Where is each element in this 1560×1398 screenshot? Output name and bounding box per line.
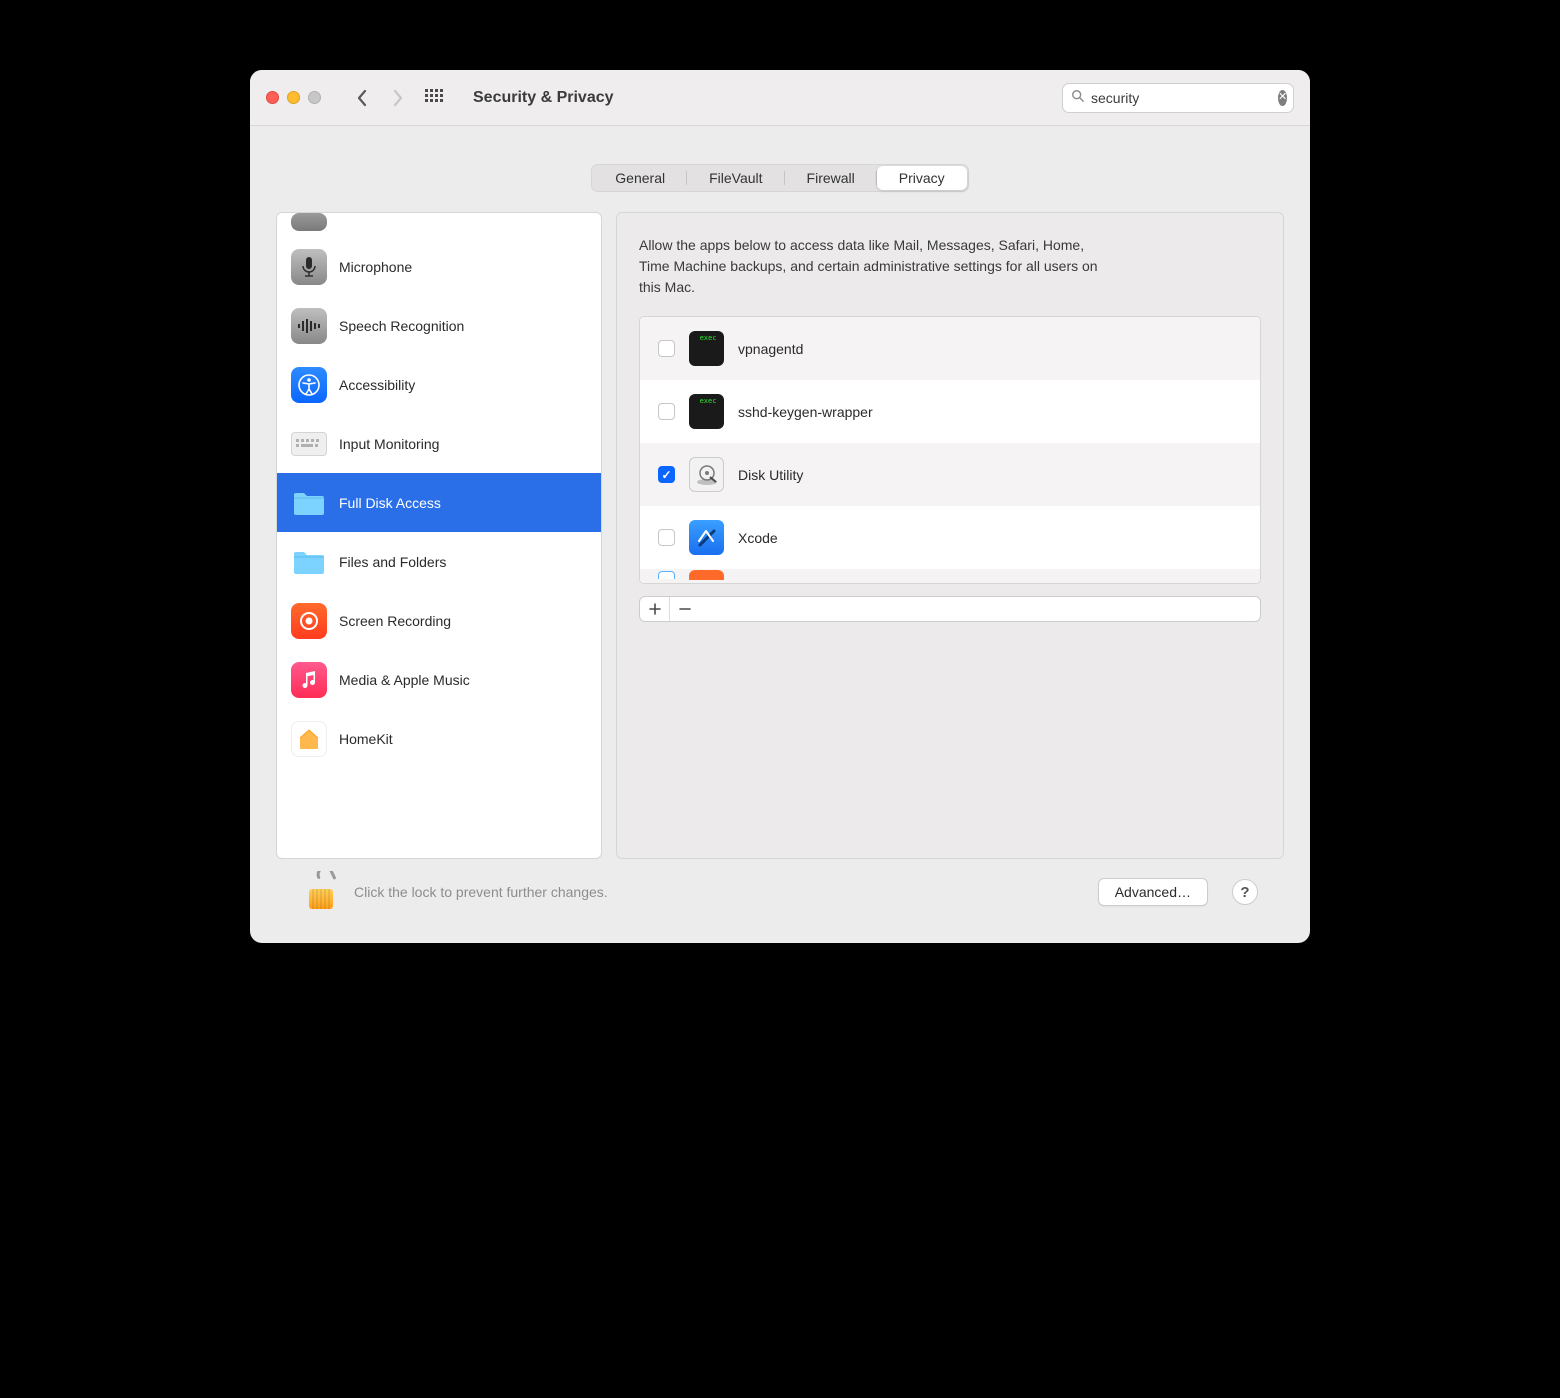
close-window-button[interactable] (266, 91, 279, 104)
lock-icon[interactable] (302, 871, 340, 913)
sidebar-item-input-monitoring[interactable]: Input Monitoring (277, 414, 601, 473)
folder-icon (291, 544, 327, 580)
sidebar-item-full-disk-access[interactable]: Full Disk Access (277, 473, 601, 532)
app-name: Xcode (738, 530, 778, 546)
tab-filevault[interactable]: FileVault (687, 166, 784, 190)
app-name: sshd-keygen-wrapper (738, 404, 873, 420)
sidebar-item-label: Full Disk Access (339, 495, 441, 511)
app-row-partial[interactable] (640, 569, 1260, 584)
sidebar-item-label: HomeKit (339, 731, 393, 747)
checkbox[interactable] (658, 466, 675, 483)
keyboard-icon (291, 432, 327, 456)
privacy-sidebar: Microphone Speech Recognition (276, 212, 602, 859)
remove-button[interactable] (670, 597, 700, 621)
footer: Click the lock to prevent further change… (276, 859, 1284, 943)
help-button[interactable]: ? (1232, 879, 1258, 905)
diskutil-icon (689, 457, 724, 492)
clear-search-button[interactable]: ✕ (1278, 90, 1287, 106)
sidebar-scroll[interactable]: Microphone Speech Recognition (277, 213, 601, 858)
search-icon (1071, 89, 1085, 107)
preferences-window: Security & Privacy ✕ General FileVault F… (250, 70, 1310, 943)
folder-icon (291, 485, 327, 521)
add-button[interactable] (640, 597, 670, 621)
sidebar-item-label: Microphone (339, 259, 412, 275)
xcode-icon (689, 520, 724, 555)
sidebar-item-partial[interactable] (277, 213, 601, 237)
home-icon (291, 721, 327, 757)
music-icon (291, 662, 327, 698)
tab-general[interactable]: General (593, 166, 687, 190)
sidebar-item-speech-recognition[interactable]: Speech Recognition (277, 296, 601, 355)
forward-button[interactable] (385, 82, 411, 114)
search-input[interactable] (1091, 90, 1272, 106)
terminal-icon: exec (689, 331, 724, 366)
advanced-button[interactable]: Advanced… (1098, 878, 1208, 906)
content-area: General FileVault Firewall Privacy Micro… (250, 126, 1310, 943)
tab-firewall[interactable]: Firewall (785, 166, 877, 190)
sidebar-item-label: Speech Recognition (339, 318, 464, 334)
window-title: Security & Privacy (473, 89, 614, 107)
tab-privacy[interactable]: Privacy (877, 166, 967, 190)
zoom-window-button[interactable] (308, 91, 321, 104)
traffic-lights (266, 91, 321, 104)
sidebar-item-homekit[interactable]: HomeKit (277, 709, 601, 768)
main-panel: Allow the apps below to access data like… (616, 212, 1284, 859)
description-text: Allow the apps below to access data like… (639, 235, 1109, 298)
show-all-button[interactable] (425, 89, 443, 107)
lock-message: Click the lock to prevent further change… (354, 884, 1084, 900)
checkbox[interactable] (658, 403, 675, 420)
microphone-icon (291, 249, 327, 285)
app-row-xcode[interactable]: Xcode (640, 506, 1260, 569)
tab-bar: General FileVault Firewall Privacy (591, 164, 968, 192)
search-field[interactable]: ✕ (1062, 83, 1294, 113)
terminal-icon: exec (689, 394, 724, 429)
sidebar-item-accessibility[interactable]: Accessibility (277, 355, 601, 414)
sidebar-item-microphone[interactable]: Microphone (277, 237, 601, 296)
checkbox[interactable] (658, 340, 675, 357)
sidebar-item-files-and-folders[interactable]: Files and Folders (277, 532, 601, 591)
record-icon (291, 603, 327, 639)
app-row-vpnagentd[interactable]: exec vpnagentd (640, 317, 1260, 380)
back-button[interactable] (349, 82, 375, 114)
add-remove-buttons (639, 596, 1261, 622)
sidebar-item-label: Files and Folders (339, 554, 446, 570)
checkbox[interactable] (658, 571, 675, 579)
accessibility-icon (291, 367, 327, 403)
sidebar-item-label: Accessibility (339, 377, 415, 393)
app-name: vpnagentd (738, 341, 803, 357)
app-name: Disk Utility (738, 467, 803, 483)
sidebar-item-screen-recording[interactable]: Screen Recording (277, 591, 601, 650)
sidebar-item-media-apple-music[interactable]: Media & Apple Music (277, 650, 601, 709)
checkbox[interactable] (658, 529, 675, 546)
waveform-icon (291, 308, 327, 344)
titlebar: Security & Privacy ✕ (250, 70, 1310, 126)
app-row-sshd-keygen-wrapper[interactable]: exec sshd-keygen-wrapper (640, 380, 1260, 443)
app-partial-icon (689, 570, 724, 580)
app-list: exec vpnagentd exec sshd-keygen-wrapper (639, 316, 1261, 584)
sidebar-item-label: Media & Apple Music (339, 672, 470, 688)
sidebar-item-label: Input Monitoring (339, 436, 439, 452)
minimize-window-button[interactable] (287, 91, 300, 104)
app-row-disk-utility[interactable]: Disk Utility (640, 443, 1260, 506)
sidebar-item-label: Screen Recording (339, 613, 451, 629)
camera-icon (291, 213, 327, 231)
